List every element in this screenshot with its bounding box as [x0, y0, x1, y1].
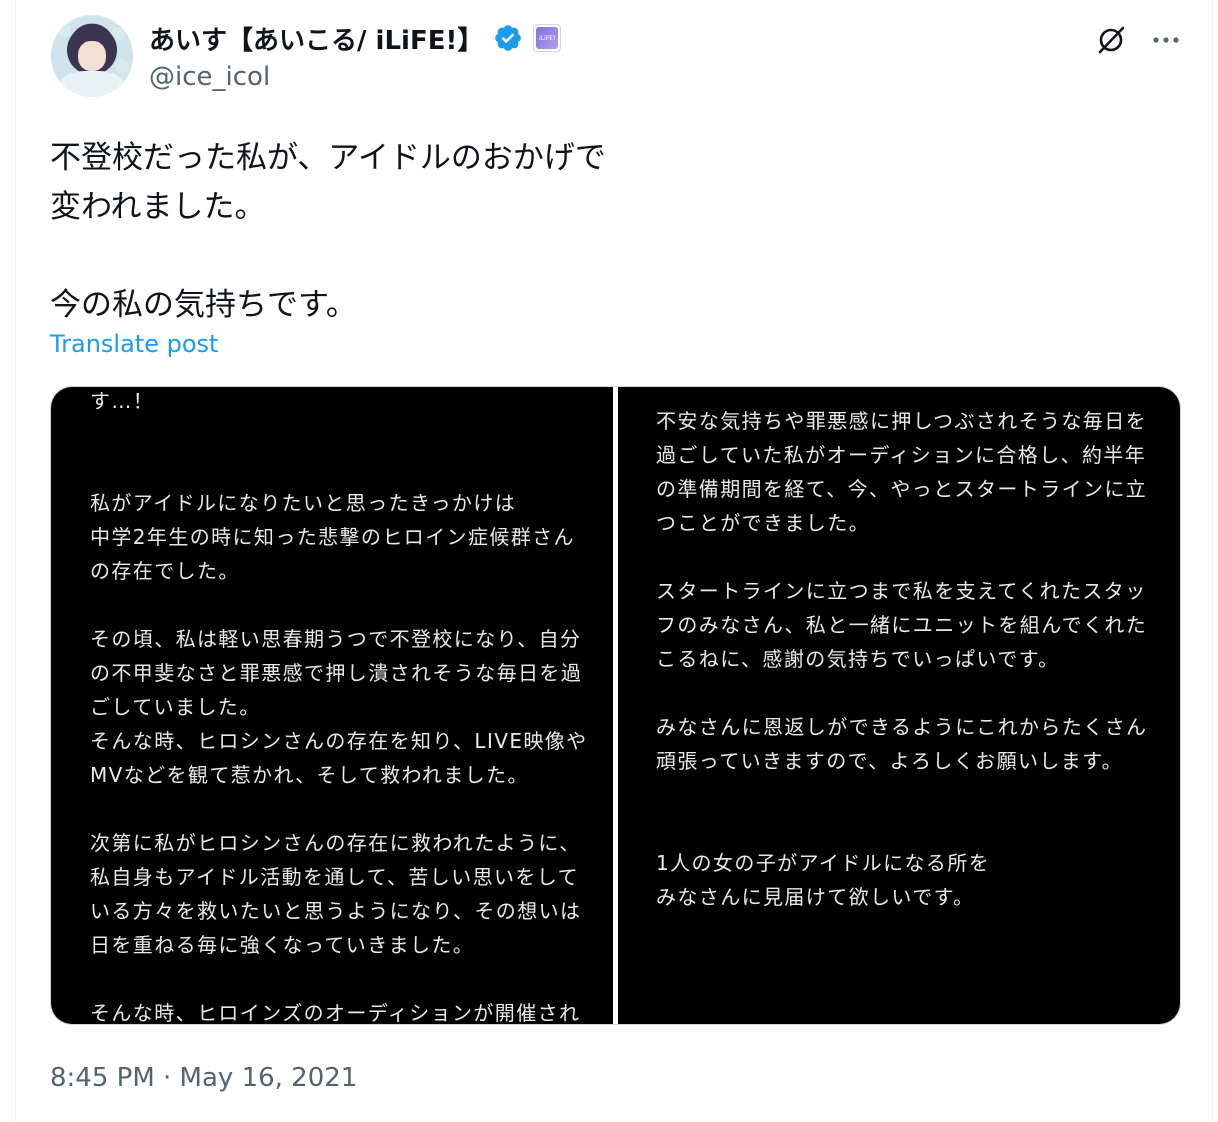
image-text-line: そんな時、ヒロインズのオーディションが開催され [90, 1001, 581, 1024]
media-image-left[interactable]: す…！ 私がアイドルになりたいと思ったきっかけは中学2年生の時に知った悲撃のヒロイ… [51, 387, 613, 1024]
display-name[interactable]: あいす【あいこる/ iLiFE!】 [149, 20, 483, 57]
avatar[interactable] [51, 15, 133, 97]
image-text-line [90, 792, 588, 826]
image-text-line: フのみなさん、私と一緒にユニットを組んでくれた [656, 613, 1148, 637]
image-text-line: 私がアイドルになりたいと思ったきっかけは [90, 491, 517, 515]
image-text-line: 頑張っていきますので、よろしくお願いします。 [656, 749, 1123, 773]
image-text-line: みなさんに恩返しができるようにこれからたくさん [656, 715, 1148, 739]
image-text-line [90, 962, 588, 996]
user-handle[interactable]: @ice_icol [149, 62, 270, 92]
image-text-line: そんな時、ヒロシンさんの存在を知り、LIVE映像や [90, 729, 588, 753]
image-text-line [90, 418, 588, 452]
image-text-line [656, 676, 1147, 710]
image-text-line [656, 778, 1147, 812]
image-text-line: ごしていました。 [90, 695, 261, 719]
image-text-line: 私自身もアイドル活動を通して、苦しい思いをして [90, 865, 579, 889]
image-text-line: の準備期間を経て、今、やっとスタートラインに立 [656, 477, 1148, 501]
tweet-text: 不登校だった私が、アイドルのおかげで 変われました。 今の私の気持ちです。 [50, 140, 606, 323]
image-text-line: 不安な気持ちや罪悪感に押しつぶされそうな毎日を [656, 409, 1147, 433]
image-text-line: 次第に私がヒロシンさんの存在に救われたように、 [90, 831, 581, 855]
org-badge-icon[interactable]: iLiFE! [533, 24, 562, 52]
image-text-line [656, 540, 1147, 574]
image-text-line [90, 452, 588, 486]
image-text-line [656, 387, 1147, 404]
image-text-right: 不安な気持ちや罪悪感に押しつぶされそうな毎日を 過ごしていた私がオーディションに合… [656, 387, 1147, 914]
image-text-line: こるねに、感謝の気持ちでいっぱいです。 [656, 647, 1060, 671]
image-text-line: す…！ [90, 389, 155, 413]
media-grid: す…！ 私がアイドルになりたいと思ったきっかけは中学2年生の時に知った悲撃のヒロイ… [50, 386, 1181, 1025]
translate-post-link[interactable]: Translate post [50, 330, 218, 358]
image-text-line: 1人の女の子がアイドルになる所を [656, 851, 991, 875]
author-row: あいす【あいこる/ iLiFE!】 iLiFE! [149, 20, 562, 57]
image-text-line: MVなどを観て惹かれ、そして救われました。 [90, 763, 529, 787]
verified-badge-icon[interactable] [493, 23, 523, 53]
image-text-line [656, 812, 1147, 846]
image-text-line: 中学2年生の時に知った悲撃のヒロイン症候群さん [90, 525, 575, 549]
image-text-left: す…！ 私がアイドルになりたいと思ったきっかけは中学2年生の時に知った悲撃のヒロイ… [90, 387, 588, 1024]
media-image-right[interactable]: 不安な気持ちや罪悪感に押しつぶされそうな毎日を 過ごしていた私がオーディションに合… [618, 387, 1180, 1024]
tweet-card: あいす【あいこる/ iLiFE!】 iLiFE! @ice_icol 不登校だっ… [15, 0, 1213, 1122]
image-text-line: いる方々を救いたいと思うようになり、その想いは [90, 899, 582, 923]
image-text-line: の不甲斐なさと罪悪感で押し潰されそうな毎日を過 [90, 661, 583, 685]
image-text-line: 日を重ねる毎に強くなっていきました。 [90, 933, 475, 957]
image-text-line: その頃、私は軽い思春期うつで不登校になり、自分 [90, 627, 582, 651]
timestamp[interactable]: 8:45 PM · May 16, 2021 [50, 1063, 357, 1093]
image-text-line [90, 588, 588, 622]
more-options-icon[interactable] [1146, 22, 1186, 58]
image-text-line: みなさんに見届けて欲しいです。 [656, 885, 975, 909]
image-text-line: スタートラインに立つまで私を支えてくれたスタッ [656, 579, 1147, 603]
image-text-line: 過ごしていた私がオーディションに合格し、約半年 [656, 443, 1147, 467]
image-text-line: の存在でした。 [90, 559, 240, 583]
image-text-line: つことができました。 [656, 511, 870, 535]
grok-icon[interactable] [1093, 22, 1129, 58]
